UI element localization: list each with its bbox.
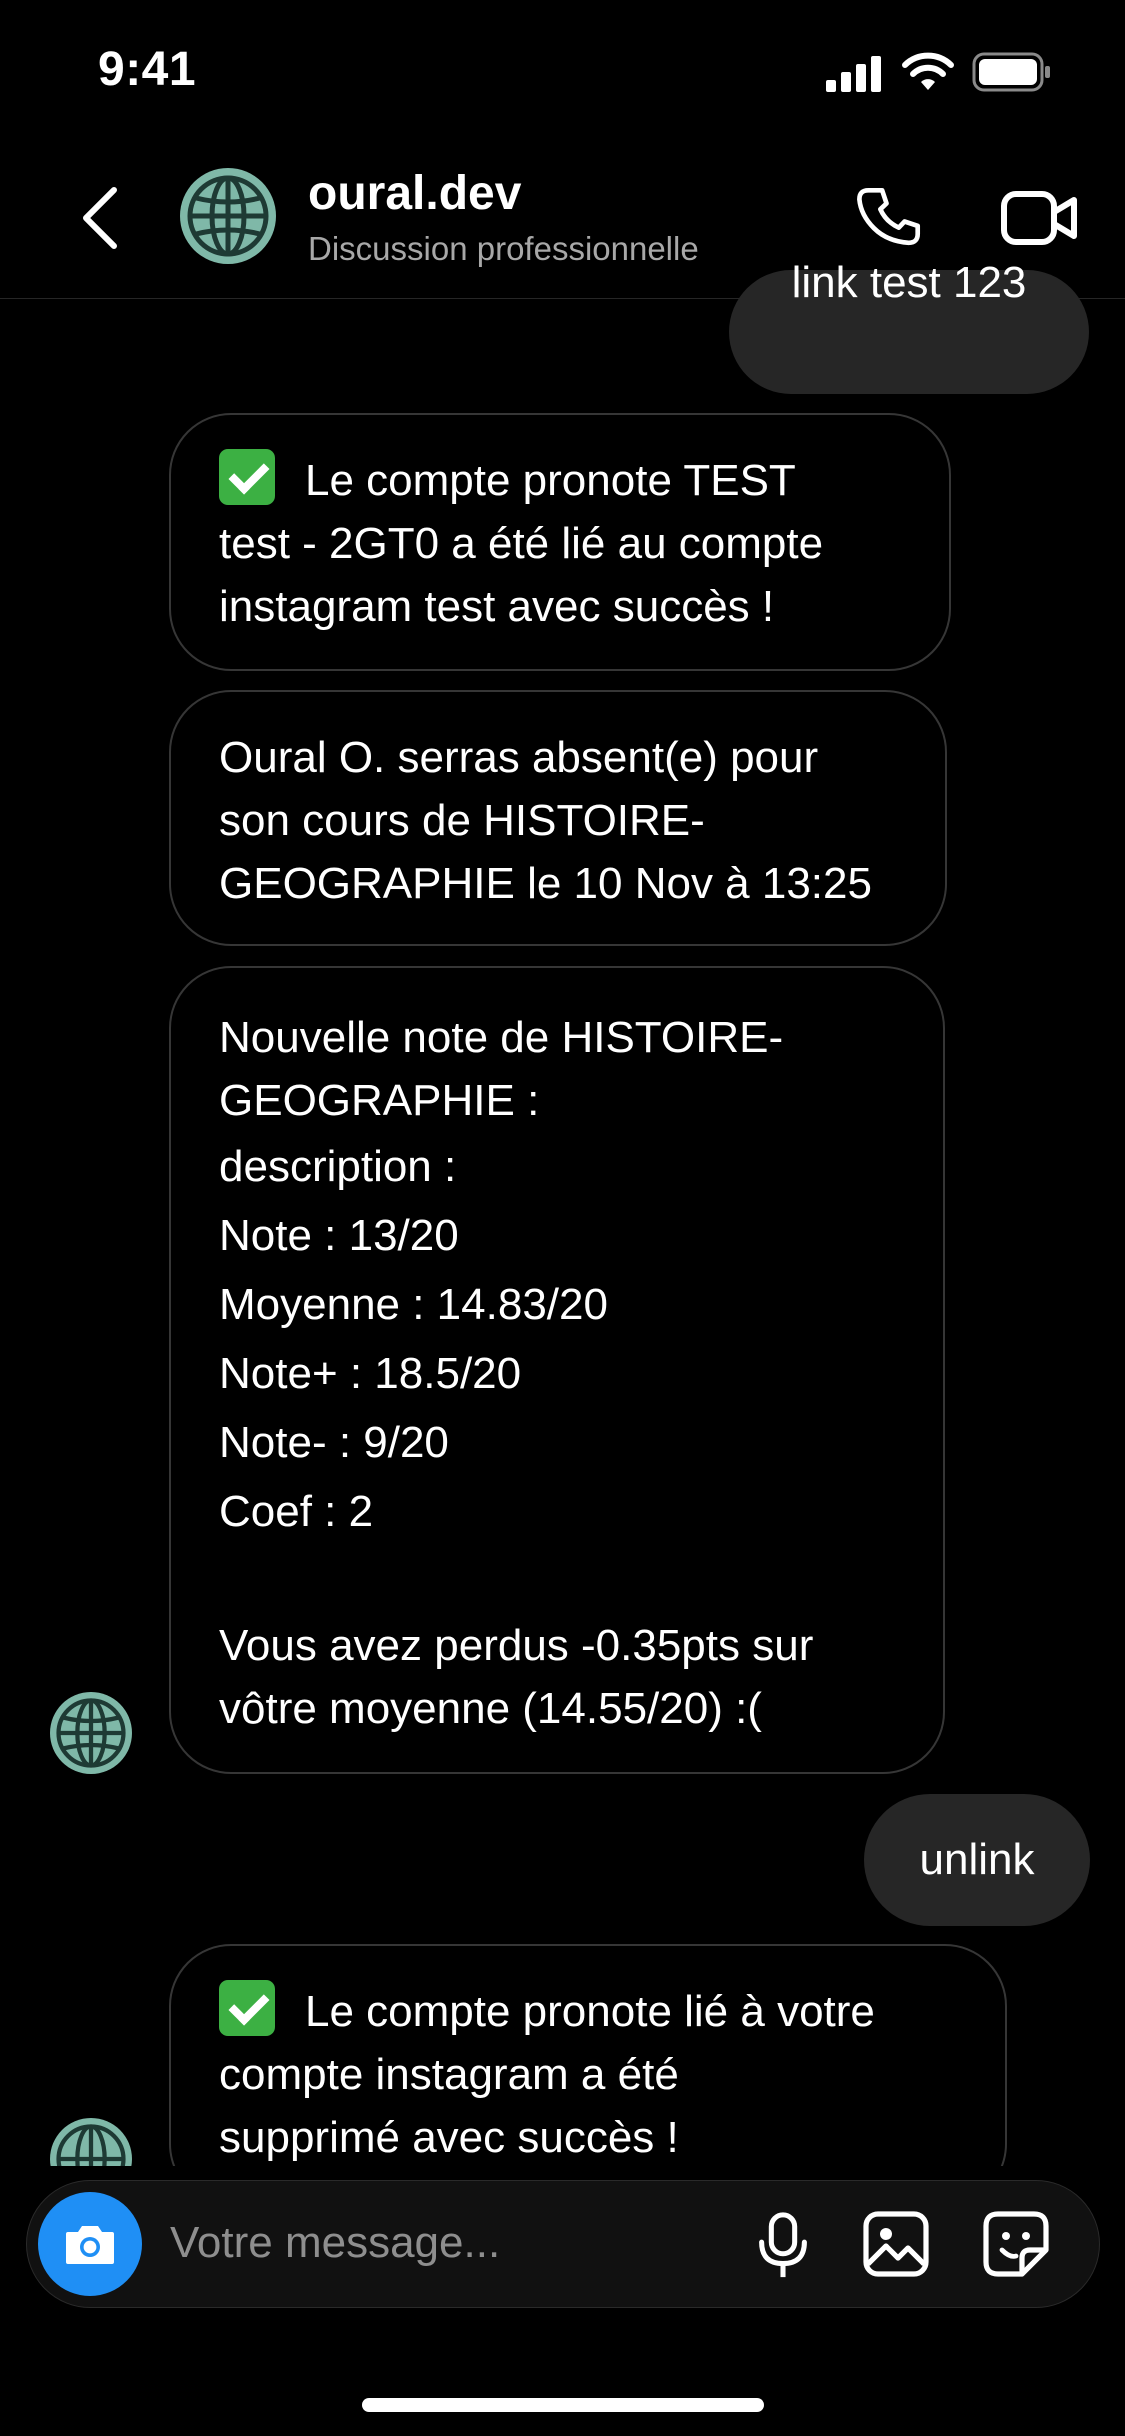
- phone-icon[interactable]: [850, 178, 930, 258]
- message-line: Le compte pronote TEST: [305, 456, 796, 505]
- outgoing-message[interactable]: link test 123: [729, 258, 1089, 394]
- conversation-title[interactable]: oural.dev: [308, 166, 521, 221]
- message-line: supprimé avec succès !: [219, 2113, 679, 2162]
- camera-icon[interactable]: [38, 2192, 142, 2296]
- message-line: Coef : 2: [219, 1487, 374, 1536]
- message-line: compte instagram a été: [219, 2050, 679, 2099]
- incoming-message[interactable]: Oural O. serras absent(e) pour son cours…: [169, 690, 947, 946]
- sticker-icon[interactable]: [978, 2206, 1054, 2282]
- message-spacer: [219, 1546, 899, 1614]
- back-icon[interactable]: [70, 185, 130, 251]
- message-line: Moyenne : 14.83/20: [219, 1280, 608, 1329]
- globe-avatar-icon[interactable]: [180, 168, 276, 264]
- message-line: vôtre moyenne (14.55/20) :(: [219, 1684, 762, 1733]
- message-line: description :: [219, 1142, 457, 1191]
- message-input[interactable]: Votre message...: [170, 2218, 500, 2268]
- incoming-message[interactable]: Nouvelle note de HISTOIRE- GEOGRAPHIE : …: [169, 966, 945, 1774]
- message-line: Nouvelle note de HISTOIRE-: [219, 1013, 784, 1062]
- message-line: Vous avez perdus -0.35pts sur: [219, 1621, 814, 1670]
- status-time: 9:41: [98, 43, 197, 96]
- message-line: son cours de HISTOIRE-: [219, 796, 705, 845]
- gallery-icon[interactable]: [858, 2206, 934, 2282]
- checkmark-icon: [219, 449, 275, 505]
- signal-icon: [826, 56, 882, 97]
- wifi-icon: [902, 52, 954, 97]
- globe-avatar-icon[interactable]: [50, 1692, 132, 1774]
- microphone-icon[interactable]: [748, 2208, 818, 2284]
- message-line: Note : 13/20: [219, 1211, 459, 1260]
- message-line: Oural O. serras absent(e) pour: [219, 733, 819, 782]
- message-line: GEOGRAPHIE :: [219, 1076, 540, 1125]
- message-line: instagram test avec succès !: [219, 582, 775, 631]
- message-text: link test 123: [791, 258, 1027, 307]
- conversation-subtitle: Discussion professionnelle: [308, 230, 699, 267]
- battery-icon: [972, 52, 1052, 97]
- incoming-message[interactable]: Le compte pronote TEST test - 2GT0 a été…: [169, 413, 951, 671]
- message-line: GEOGRAPHIE le 10 Nov à 13:25: [219, 859, 872, 908]
- message-text: unlink: [919, 1835, 1035, 1884]
- message-line: Note- : 9/20: [219, 1418, 449, 1467]
- message-line: Le compte pronote lié à votre: [305, 1987, 875, 2036]
- video-icon[interactable]: [995, 178, 1085, 258]
- outgoing-message[interactable]: unlink: [864, 1794, 1090, 1926]
- checkmark-icon: [219, 1980, 275, 2036]
- message-line: test - 2GT0 a été lié au compte: [219, 519, 824, 568]
- message-line: Note+ : 18.5/20: [219, 1349, 522, 1398]
- home-indicator[interactable]: [362, 2398, 764, 2412]
